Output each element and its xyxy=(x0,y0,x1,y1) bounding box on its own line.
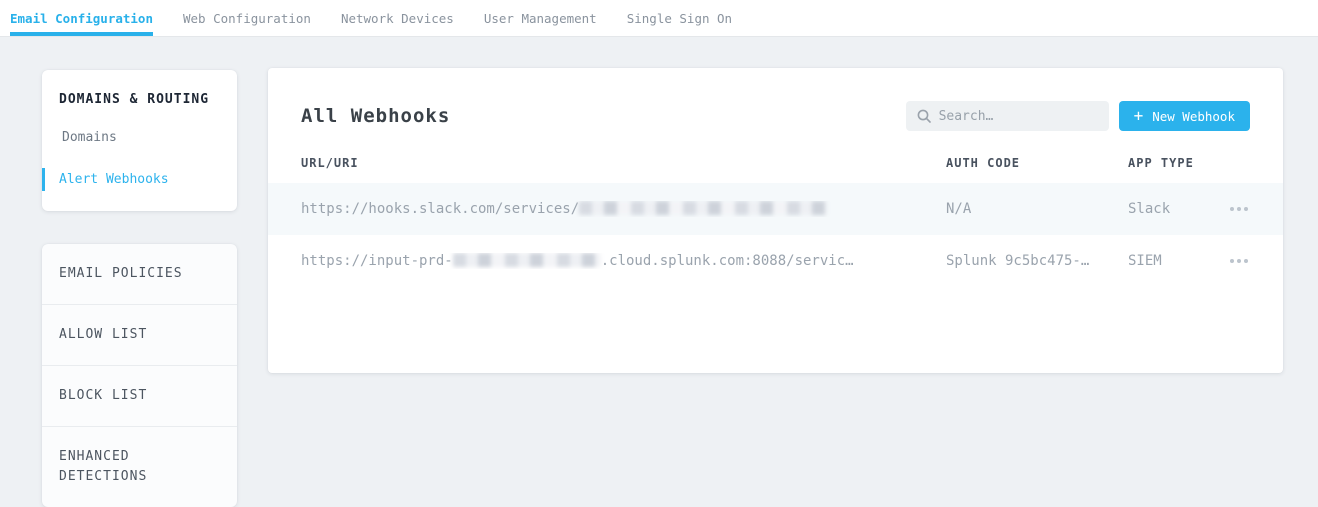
redacted-url-segment xyxy=(453,253,601,267)
tab-user-management[interactable]: User Management xyxy=(484,0,597,36)
sidebar-item-email-policies[interactable]: EMAIL POLICIES xyxy=(42,244,237,304)
page-title: All Webhooks xyxy=(301,105,906,127)
sidebar-item-alert-webhooks[interactable]: Alert Webhooks xyxy=(42,168,237,191)
row-menu-icon[interactable] xyxy=(1228,201,1250,217)
tab-web-configuration[interactable]: Web Configuration xyxy=(183,0,311,36)
webhook-url-suffix: .cloud.splunk.com:8088/servic… xyxy=(601,253,854,269)
webhook-url-cell: https://input-prd- .cloud.splunk.com:8088… xyxy=(301,253,946,269)
auth-code-cell: N/A xyxy=(946,201,1128,217)
sidebar-item-domains[interactable]: Domains xyxy=(42,126,237,149)
table-header-row: URL/URI AUTH CODE APP TYPE xyxy=(268,156,1283,183)
tab-network-devices[interactable]: Network Devices xyxy=(341,0,454,36)
column-header-app-type: APP TYPE xyxy=(1128,156,1205,170)
tab-email-configuration[interactable]: Email Configuration xyxy=(10,0,153,36)
all-webhooks-panel: All Webhooks + New Webhook URL/URI AUTH … xyxy=(268,68,1283,373)
column-header-auth-code: AUTH CODE xyxy=(946,156,1128,170)
row-menu-icon[interactable] xyxy=(1228,253,1250,269)
domains-routing-title: DOMAINS & ROUTING xyxy=(59,92,220,107)
tab-single-sign-on[interactable]: Single Sign On xyxy=(627,0,732,36)
column-header-url: URL/URI xyxy=(301,156,946,170)
webhooks-table: URL/URI AUTH CODE APP TYPE https://hooks… xyxy=(268,156,1283,287)
search-input[interactable] xyxy=(939,109,1098,124)
table-row[interactable]: https://hooks.slack.com/services/ N/A Sl… xyxy=(268,183,1283,235)
search-box[interactable] xyxy=(906,101,1109,131)
new-webhook-button[interactable]: + New Webhook xyxy=(1119,101,1250,131)
search-icon xyxy=(917,109,931,123)
webhook-url-prefix: https://hooks.slack.com/services/ xyxy=(301,201,579,217)
app-type-cell: SIEM xyxy=(1128,253,1205,269)
panel-header: All Webhooks + New Webhook xyxy=(268,68,1283,131)
webhook-url-prefix: https://input-prd- xyxy=(301,253,453,269)
sidebar-sections-card: EMAIL POLICIES ALLOW LIST BLOCK LIST ENH… xyxy=(42,244,237,507)
auth-code-cell: Splunk 9c5bc475-… xyxy=(946,253,1128,269)
new-webhook-button-label: New Webhook xyxy=(1152,109,1235,124)
domains-routing-card: DOMAINS & ROUTING Domains Alert Webhooks xyxy=(42,70,237,211)
top-tab-bar: Email Configuration Web Configuration Ne… xyxy=(0,0,1318,37)
plus-icon: + xyxy=(1134,108,1144,124)
sidebar-item-allow-list[interactable]: ALLOW LIST xyxy=(42,304,237,365)
sidebar: DOMAINS & ROUTING Domains Alert Webhooks… xyxy=(42,70,237,507)
app-type-cell: Slack xyxy=(1128,201,1205,217)
table-row[interactable]: https://input-prd- .cloud.splunk.com:8088… xyxy=(268,235,1283,287)
sidebar-item-enhanced-detections[interactable]: ENHANCED DETECTIONS xyxy=(42,426,237,507)
sidebar-item-block-list[interactable]: BLOCK LIST xyxy=(42,365,237,426)
webhook-url-cell: https://hooks.slack.com/services/ xyxy=(301,201,946,217)
redacted-url-segment xyxy=(579,201,827,215)
